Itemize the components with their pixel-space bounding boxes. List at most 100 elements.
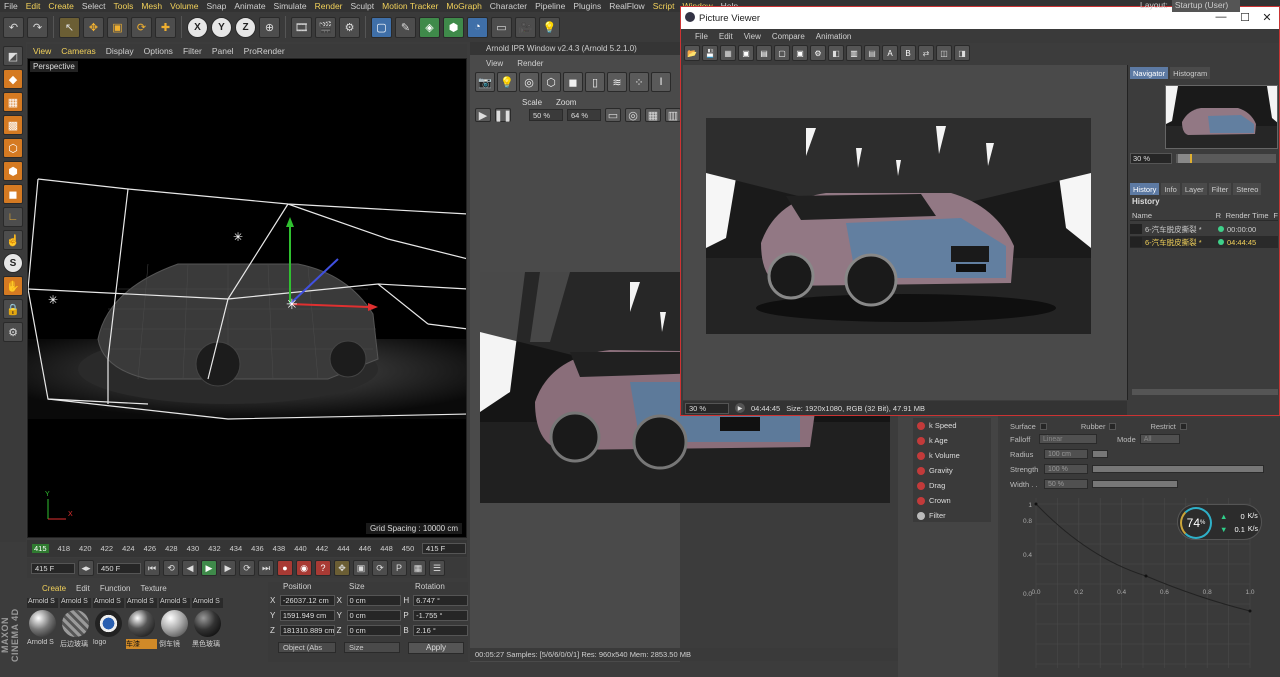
particle-item-k-age[interactable]: k Age xyxy=(913,433,991,448)
pv-menu-file[interactable]: File xyxy=(695,32,708,41)
make-editable-icon[interactable]: ◩ xyxy=(3,46,23,66)
size-field[interactable]: 0 cm xyxy=(346,625,402,636)
ipr-play-icon[interactable]: ▶ xyxy=(475,108,491,122)
edges-mode-icon[interactable]: ⬢ xyxy=(3,161,23,181)
live-selection-icon[interactable]: ↖ xyxy=(59,16,80,38)
ipr-cube-icon[interactable]: ◼ xyxy=(563,72,583,92)
solo-icon[interactable]: ⚙ xyxy=(3,322,23,342)
material-item[interactable]: Arnold S logo xyxy=(93,598,124,658)
menu-simulate[interactable]: Simulate xyxy=(274,1,307,11)
strength-field[interactable]: 100 % xyxy=(1044,464,1088,474)
render-region-icon[interactable]: ▣ xyxy=(738,45,754,61)
axis-mode-icon[interactable]: ∟ xyxy=(3,207,23,227)
render-active-icon[interactable]: ▣ xyxy=(792,45,808,61)
navigator-zoom-handle[interactable] xyxy=(1178,154,1192,163)
size-field[interactable]: 0 cm xyxy=(346,610,402,621)
menu-snap[interactable]: Snap xyxy=(207,1,227,11)
pv-menu-compare[interactable]: Compare xyxy=(772,32,805,41)
texture-mode-icon[interactable]: ▦ xyxy=(3,92,23,112)
maximize-icon[interactable]: ☐ xyxy=(1239,11,1251,24)
rotation-field[interactable]: 6.747 ° xyxy=(413,595,469,606)
history-scrollbar[interactable] xyxy=(1132,389,1278,395)
ipr-compare-icon[interactable]: ▥ xyxy=(665,108,681,122)
menu-render[interactable]: Render xyxy=(315,1,343,11)
material-preview[interactable] xyxy=(62,610,89,637)
timeline-ruler[interactable]: 415 418 420 422 424 426 428 430 432 434 436 438 440 4… xyxy=(27,540,467,557)
go-to-end-icon[interactable]: ⏭ xyxy=(258,560,274,576)
next-key-icon[interactable]: ⟳ xyxy=(239,560,255,576)
menu-tools[interactable]: Tools xyxy=(114,1,134,11)
menu-volume[interactable]: Volume xyxy=(170,1,198,11)
next-frame-icon[interactable]: ▶ xyxy=(220,560,236,576)
material-item[interactable]: Arnold S 倒车镜 xyxy=(159,598,190,658)
menu-motion-tracker[interactable]: Motion Tracker xyxy=(382,1,438,11)
ipr-grid-icon[interactable]: ▦ xyxy=(645,108,661,122)
minimize-icon[interactable]: — xyxy=(1215,11,1227,23)
z-axis-lock-button[interactable]: Z xyxy=(235,16,256,38)
ipr-pause-icon[interactable]: ❚❚ xyxy=(494,108,512,122)
ipr-menu-view[interactable]: View xyxy=(486,59,503,68)
channel-rgb-icon[interactable]: ▤ xyxy=(864,45,880,61)
current-frame-field[interactable]: 415 F xyxy=(422,543,466,554)
ipr-globe-icon[interactable]: ◎ xyxy=(519,72,539,92)
render-view-icon[interactable]: 🎞 xyxy=(291,16,312,38)
record-icon[interactable]: ● xyxy=(277,560,293,576)
deformer-icon[interactable]: ◔ xyxy=(467,16,488,38)
ipr-globe-small-icon[interactable]: ◎ xyxy=(625,108,641,122)
rotation-field[interactable]: -1.755 ° xyxy=(413,610,469,621)
material-item[interactable]: Arnold S 后边玻璃 xyxy=(60,598,91,658)
viewport-menu-filter[interactable]: Filter xyxy=(183,46,202,56)
move-tool-icon[interactable]: ✥ xyxy=(83,16,104,38)
polygons-mode-icon[interactable]: ◼ xyxy=(3,184,23,204)
go-to-start-icon[interactable]: ⏮ xyxy=(144,560,160,576)
material-preview[interactable] xyxy=(29,610,56,637)
material-preview[interactable] xyxy=(128,610,155,637)
key-pla-icon[interactable]: ▦ xyxy=(410,560,426,576)
lock-workplane-icon[interactable]: 🔒 xyxy=(3,299,23,319)
perspective-viewport[interactable]: ✳ ✳ ✳ Perspective X Y Grid Spacing : 100… xyxy=(27,58,467,538)
key-param-icon[interactable]: P xyxy=(391,560,407,576)
sculpt-icon[interactable]: ✋ xyxy=(3,276,23,296)
workplane-icon[interactable]: ▩ xyxy=(3,115,23,135)
radius-field[interactable]: 100 cm xyxy=(1044,449,1088,459)
save-file-icon[interactable]: 💾 xyxy=(702,45,718,61)
ipr-light-icon[interactable]: 💡 xyxy=(497,72,517,92)
floor-icon[interactable]: ▭ xyxy=(491,16,512,38)
viewport-menu-cameras[interactable]: Cameras xyxy=(61,46,95,56)
particle-item-drag[interactable]: Drag xyxy=(913,478,991,493)
menu-character[interactable]: Character xyxy=(490,1,527,11)
diff-icon[interactable]: ◨ xyxy=(954,45,970,61)
channel-icon[interactable]: ▥ xyxy=(846,45,862,61)
material-item[interactable]: Arnold S 车漆 xyxy=(126,598,157,658)
radius-slider[interactable] xyxy=(1092,450,1108,458)
rotate-tool-icon[interactable]: ⟳ xyxy=(131,16,152,38)
viewport-menu-options[interactable]: Options xyxy=(144,46,173,56)
cube-primitive-icon[interactable]: ▢ xyxy=(371,16,392,38)
position-field[interactable]: -26037.12 cm xyxy=(279,595,335,606)
viewport-menu-panel[interactable]: Panel xyxy=(212,46,234,56)
menu-mograph[interactable]: MoGraph xyxy=(446,1,481,11)
add-tool-icon[interactable]: ✚ xyxy=(155,16,176,38)
size-mode-select[interactable]: Size xyxy=(344,642,400,653)
size-field[interactable]: 0 cm xyxy=(346,595,402,606)
coordinate-mode-select[interactable]: Object (Abs xyxy=(278,642,336,653)
surface-checkbox[interactable] xyxy=(1039,422,1047,430)
ipr-object-icon[interactable]: ⬡ xyxy=(541,72,561,92)
close-icon[interactable]: ✕ xyxy=(1261,11,1273,24)
model-mode-icon[interactable]: ◆ xyxy=(3,69,23,89)
material-preview[interactable] xyxy=(95,610,122,637)
swap-icon[interactable]: ⇄ xyxy=(918,45,934,61)
pv-menu-edit[interactable]: Edit xyxy=(719,32,733,41)
mode-select[interactable]: All xyxy=(1139,434,1180,444)
render-settings-pv-icon[interactable]: ⚙ xyxy=(810,45,826,61)
layout-selector[interactable]: Layout: Startup (User) xyxy=(1140,0,1241,12)
ipr-zoom-select[interactable]: 64 % xyxy=(567,109,601,121)
ipr-layers-icon[interactable]: ≋ xyxy=(607,72,627,92)
falloff-select[interactable]: Linear xyxy=(1039,434,1097,444)
y-axis-lock-button[interactable]: Y xyxy=(211,16,232,38)
tab-info[interactable]: Info xyxy=(1161,183,1180,195)
menu-animate[interactable]: Animate xyxy=(234,1,265,11)
cloner-icon[interactable]: ⬢ xyxy=(443,16,464,38)
autokey-icon[interactable]: ◉ xyxy=(296,560,312,576)
menu-edit[interactable]: Edit xyxy=(26,1,41,11)
